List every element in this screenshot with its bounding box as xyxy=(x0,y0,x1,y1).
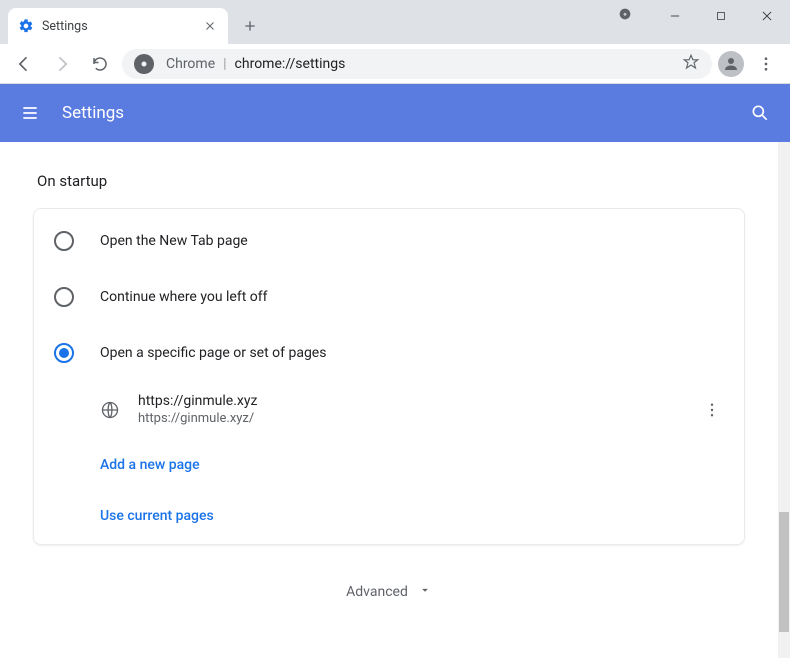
startup-section: On startup Open the New Tab page Continu… xyxy=(33,172,745,601)
startup-option-specific-pages[interactable]: Open a specific page or set of pages xyxy=(34,325,744,381)
new-tab-button[interactable] xyxy=(236,12,264,40)
scrollbar[interactable] xyxy=(778,142,790,658)
address-bar[interactable]: Chrome | chrome://settings xyxy=(122,49,712,79)
scrollbar-thumb[interactable] xyxy=(779,512,789,632)
search-icon[interactable] xyxy=(748,101,772,125)
back-button[interactable] xyxy=(8,48,40,80)
advanced-toggle[interactable]: Advanced xyxy=(33,583,745,601)
radio-icon xyxy=(54,343,74,363)
reload-button[interactable] xyxy=(84,48,116,80)
startup-page-row: https://ginmule.xyz https://ginmule.xyz/ xyxy=(34,381,744,438)
page-entry-menu-button[interactable] xyxy=(700,401,724,419)
page-entry-title: https://ginmule.xyz xyxy=(138,393,682,409)
startup-card: Open the New Tab page Continue where you… xyxy=(33,208,745,545)
incognito-indicator-icon xyxy=(617,6,633,26)
browser-toolbar: Chrome | chrome://settings xyxy=(0,44,790,84)
radio-icon xyxy=(54,287,74,307)
url-path: chrome://settings xyxy=(235,56,346,72)
chrome-icon xyxy=(134,54,154,74)
radio-icon xyxy=(54,231,74,251)
startup-option-continue[interactable]: Continue where you left off xyxy=(34,269,744,325)
bookmark-star-icon[interactable] xyxy=(682,53,700,75)
profile-avatar[interactable] xyxy=(718,51,744,77)
page-title: Settings xyxy=(62,103,748,123)
section-title: On startup xyxy=(37,172,745,190)
page-entry-url: https://ginmule.xyz/ xyxy=(138,411,682,426)
globe-icon xyxy=(100,400,120,420)
minimize-button[interactable] xyxy=(652,0,698,32)
url-separator: | xyxy=(223,56,226,72)
add-page-row: Add a new page xyxy=(34,438,744,489)
radio-label: Open a specific page or set of pages xyxy=(100,345,326,361)
window-close-button[interactable] xyxy=(744,0,790,32)
radio-label: Open the New Tab page xyxy=(100,233,248,249)
browser-menu-button[interactable] xyxy=(750,48,782,80)
tab-title: Settings xyxy=(42,19,194,34)
window-titlebar: Settings xyxy=(0,0,790,44)
use-current-pages-link[interactable]: Use current pages xyxy=(100,508,214,524)
menu-icon[interactable] xyxy=(18,101,42,125)
use-current-row: Use current pages xyxy=(34,489,744,540)
url-scheme: Chrome xyxy=(166,56,215,72)
settings-header: Settings xyxy=(0,84,790,142)
gear-icon xyxy=(18,18,34,34)
startup-option-new-tab[interactable]: Open the New Tab page xyxy=(34,213,744,269)
window-controls xyxy=(602,0,790,32)
chevron-down-icon xyxy=(418,583,432,601)
close-icon[interactable] xyxy=(202,18,218,34)
forward-button[interactable] xyxy=(46,48,78,80)
browser-tab[interactable]: Settings xyxy=(8,8,228,44)
maximize-button[interactable] xyxy=(698,0,744,32)
content-area: On startup Open the New Tab page Continu… xyxy=(0,142,790,658)
radio-label: Continue where you left off xyxy=(100,289,268,305)
add-page-link[interactable]: Add a new page xyxy=(100,457,200,473)
advanced-label: Advanced xyxy=(346,584,408,600)
